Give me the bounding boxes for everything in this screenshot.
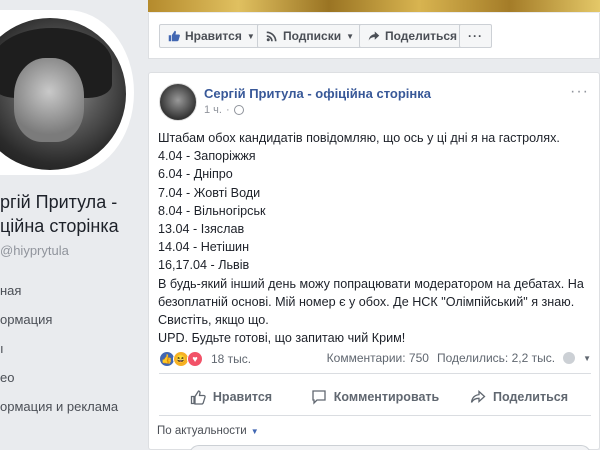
profile-picture-frame[interactable] bbox=[0, 10, 134, 175]
nav-item-home[interactable]: ная bbox=[0, 276, 118, 305]
page-handle-text: hiyprytula bbox=[13, 243, 69, 258]
chevron-down-icon: ▼ bbox=[246, 31, 255, 41]
reactions-summary[interactable]: 👍 😆 ♥ 18 тыс. bbox=[159, 351, 251, 367]
post-comment-button[interactable]: Комментировать bbox=[303, 379, 447, 415]
cover-photo bbox=[148, 0, 600, 12]
post-comment-label: Комментировать bbox=[333, 390, 440, 404]
follow-button[interactable]: Подписки ▼ bbox=[257, 24, 364, 48]
more-options-button[interactable]: ··· bbox=[459, 24, 492, 48]
chevron-down-icon: ▼ bbox=[250, 426, 259, 436]
post-author-name[interactable]: Сергій Притула - офіційна сторінка bbox=[204, 86, 431, 101]
page-like-button[interactable]: Нравится ▼ bbox=[159, 24, 264, 48]
avatar-face-shape bbox=[14, 58, 84, 142]
post-timestamp[interactable]: 1 ч. bbox=[204, 104, 222, 116]
post-like-button[interactable]: Нравится bbox=[159, 379, 303, 415]
post-card: Сергій Притула - офіційна сторінка 1 ч. … bbox=[148, 72, 600, 450]
post-counts: Комментарии: 750 Поделились: 2,2 тыс. ▼ bbox=[327, 351, 591, 365]
follow-label: Подписки bbox=[283, 29, 342, 43]
divider bbox=[159, 373, 591, 374]
post-actions: Нравится Комментировать Поделиться bbox=[159, 379, 591, 415]
divider bbox=[159, 415, 591, 416]
page-nav: ная ормация ı ео ормация и реклама bbox=[0, 276, 118, 421]
post-share-label: Поделиться bbox=[492, 390, 569, 404]
thumbs-up-icon bbox=[168, 30, 180, 42]
profile-picture[interactable] bbox=[0, 14, 130, 174]
page-handle[interactable]: @hiyprytula bbox=[0, 243, 69, 258]
post-body: Штабам обох кандидатів повідомляю, що ос… bbox=[158, 129, 594, 347]
page-action-bar: Нравится ▼ Подписки ▼ Поделиться ··· bbox=[148, 13, 600, 59]
love-reaction-icon: ♥ bbox=[187, 351, 203, 367]
page-like-label: Нравится bbox=[185, 29, 242, 43]
viewer-avatar-icon[interactable] bbox=[563, 352, 576, 364]
shares-count[interactable]: Поделились: 2,2 тыс. bbox=[437, 351, 555, 365]
chevron-down-icon[interactable]: ▼ bbox=[583, 354, 591, 363]
nav-item-ads-info[interactable]: ормация и реклама bbox=[0, 392, 118, 421]
nav-item-3[interactable]: ı bbox=[0, 334, 118, 363]
share-page-label: Поделиться bbox=[385, 29, 458, 43]
post-more-icon[interactable]: ··· bbox=[570, 83, 589, 101]
post-author-avatar[interactable] bbox=[159, 83, 197, 121]
page-name-line1: ргій Притула - bbox=[0, 192, 118, 212]
share-page-button[interactable]: Поделиться bbox=[359, 24, 467, 48]
nav-item-video[interactable]: ео bbox=[0, 363, 118, 392]
comment-input[interactable] bbox=[189, 445, 591, 450]
reactions-count: 18 тыс. bbox=[211, 352, 252, 366]
more-dots-icon: ··· bbox=[468, 29, 483, 43]
chevron-down-icon: ▼ bbox=[346, 31, 355, 41]
comment-bubble-icon bbox=[312, 390, 326, 405]
nav-item-info[interactable]: ормация bbox=[0, 305, 118, 334]
share-arrow-icon bbox=[368, 31, 380, 41]
thumbs-up-outline-icon bbox=[190, 390, 206, 405]
page-name-line2: ційна сторінка bbox=[0, 216, 119, 236]
post-like-label: Нравится bbox=[212, 390, 273, 404]
post-text: Штабам обох кандидатів повідомляю, що ос… bbox=[158, 131, 584, 346]
comment-sort-label: По актуальности bbox=[157, 425, 247, 437]
comments-count[interactable]: Комментарии: 750 bbox=[327, 351, 429, 365]
rss-icon bbox=[266, 31, 277, 42]
page-name: ргій Притула - ційна сторінка bbox=[0, 190, 148, 238]
globe-icon[interactable] bbox=[233, 105, 244, 115]
post-meta: 1 ч. · bbox=[204, 104, 244, 116]
share-arrow-outline-icon bbox=[470, 390, 486, 403]
page-sidebar: ргій Притула - ційна сторінка @hiyprytul… bbox=[0, 0, 148, 450]
comment-sort-dropdown[interactable]: По актуальности ▼ bbox=[157, 425, 259, 437]
post-share-button[interactable]: Поделиться bbox=[447, 379, 591, 415]
separator: · bbox=[225, 104, 230, 116]
